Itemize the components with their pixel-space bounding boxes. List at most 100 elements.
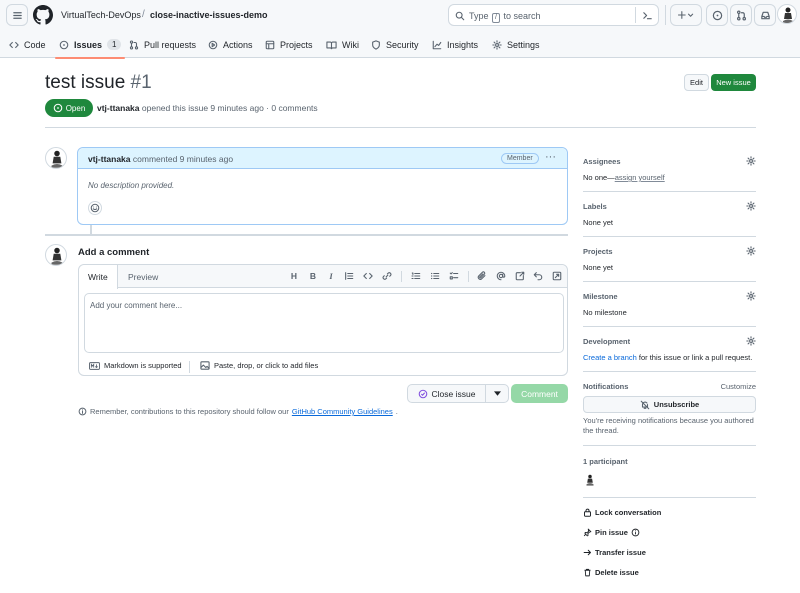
link-icon[interactable] bbox=[381, 270, 393, 282]
command-palette-icon[interactable] bbox=[642, 10, 653, 21]
sidebar-divider bbox=[583, 371, 756, 372]
sidebar-labels: Labels None yet bbox=[583, 201, 756, 227]
participant-avatar[interactable] bbox=[583, 473, 597, 487]
issue-opened-icon bbox=[53, 103, 62, 113]
sidebar-divider bbox=[583, 281, 756, 282]
github-logo-icon[interactable] bbox=[33, 5, 53, 25]
lock-conversation-button[interactable]: Lock conversation bbox=[583, 508, 661, 517]
gear-icon[interactable] bbox=[746, 246, 756, 256]
editor-toolbar: Write Preview H B I bbox=[79, 265, 567, 289]
undo-icon[interactable] bbox=[532, 270, 544, 282]
tab-security[interactable]: Security bbox=[371, 31, 419, 58]
comment-textarea[interactable]: Add your comment here... bbox=[84, 293, 564, 353]
unsubscribe-button[interactable]: Unsubscribe bbox=[583, 396, 756, 413]
tab-actions[interactable]: Actions bbox=[208, 31, 253, 58]
attach-icon[interactable] bbox=[476, 270, 488, 282]
markdown-supported-link[interactable]: Markdown is supported bbox=[89, 361, 182, 370]
issues-shortcut-button[interactable] bbox=[706, 4, 728, 26]
current-user-avatar bbox=[45, 244, 67, 266]
repo-name-link[interactable]: close-inactive-issues-demo bbox=[150, 10, 268, 20]
assignees-value: No one— bbox=[583, 173, 615, 182]
git-pull-request-icon bbox=[736, 10, 746, 20]
comment-options-button[interactable]: ··· bbox=[545, 151, 556, 163]
tab-issues[interactable]: Issues 1 bbox=[54, 31, 127, 59]
arrow-right-icon bbox=[583, 549, 591, 556]
pin-issue-button[interactable]: Pin issue bbox=[583, 528, 640, 537]
tab-settings[interactable]: Settings bbox=[492, 31, 540, 58]
issue-state-badge: Open bbox=[45, 99, 93, 117]
participants-heading: 1 participant bbox=[583, 457, 628, 466]
gear-icon[interactable] bbox=[746, 336, 756, 346]
attach-files-button[interactable]: Paste, drop, or click to add files bbox=[200, 361, 318, 370]
add-reaction-button[interactable] bbox=[88, 201, 102, 215]
lock-icon bbox=[584, 508, 591, 517]
tab-label: Settings bbox=[507, 39, 540, 50]
avatar-figure-icon bbox=[783, 7, 793, 23]
sidebar-notifications: Notifications Customize bbox=[583, 382, 756, 391]
tab-preview[interactable]: Preview bbox=[128, 265, 158, 288]
issue-closed-icon bbox=[418, 389, 427, 398]
path-separator: / bbox=[142, 9, 145, 20]
task-list-icon[interactable] bbox=[448, 270, 460, 282]
graph-icon bbox=[432, 40, 442, 49]
inbox-button[interactable] bbox=[754, 4, 776, 26]
bold-icon[interactable]: B bbox=[307, 270, 319, 282]
issue-meta: vtj-ttanaka opened this issue 9 minutes … bbox=[97, 103, 318, 113]
unordered-list-icon[interactable] bbox=[429, 270, 441, 282]
issue-number: #1 bbox=[130, 72, 152, 93]
user-avatar[interactable] bbox=[777, 4, 797, 24]
repo-owner-link[interactable]: VirtualTech-DevOps bbox=[61, 10, 141, 20]
milestone-value: No milestone bbox=[583, 308, 627, 317]
labels-value: None yet bbox=[583, 218, 614, 227]
community-guidelines-link[interactable]: GitHub Community Guidelines bbox=[292, 407, 393, 416]
markdown-icon bbox=[89, 361, 100, 370]
mention-icon[interactable] bbox=[495, 270, 507, 282]
close-issue-button[interactable]: Close issue bbox=[407, 384, 509, 403]
italic-icon[interactable]: I bbox=[325, 270, 337, 282]
create-branch-link[interactable]: Create a branch bbox=[583, 353, 637, 362]
close-issue-main[interactable]: Close issue bbox=[408, 385, 486, 402]
issue-opened-icon bbox=[712, 10, 722, 20]
development-heading: Development bbox=[583, 337, 631, 346]
assignees-heading: Assignees bbox=[583, 157, 621, 166]
pull-requests-shortcut-button[interactable] bbox=[730, 4, 752, 26]
close-reason-dropdown[interactable] bbox=[486, 391, 508, 396]
cross-reference-icon[interactable] bbox=[514, 270, 526, 282]
transfer-issue-button[interactable]: Transfer issue bbox=[583, 548, 646, 557]
customize-notifications-link[interactable]: Customize bbox=[721, 382, 756, 391]
new-issue-button[interactable]: New issue bbox=[711, 74, 756, 91]
sidebar-divider bbox=[583, 326, 756, 327]
search-input[interactable]: Type / to search bbox=[448, 4, 659, 26]
code-icon[interactable] bbox=[362, 270, 374, 282]
tab-wiki[interactable]: Wiki bbox=[326, 31, 359, 58]
gear-icon[interactable] bbox=[746, 291, 756, 301]
tab-label: Security bbox=[386, 39, 419, 50]
app-header: VirtualTech-DevOps / close-inactive-issu… bbox=[0, 0, 800, 59]
gear-icon[interactable] bbox=[746, 156, 756, 166]
quote-icon[interactable] bbox=[343, 270, 355, 282]
projects-heading: Projects bbox=[583, 247, 613, 256]
fullscreen-icon[interactable] bbox=[551, 270, 563, 282]
tab-pull-requests[interactable]: Pull requests bbox=[129, 31, 196, 58]
create-new-button[interactable] bbox=[670, 4, 702, 26]
tab-write[interactable]: Write bbox=[79, 265, 118, 289]
assign-yourself-link[interactable]: assign yourself bbox=[615, 173, 665, 182]
sidebar-milestone: Milestone No milestone bbox=[583, 291, 756, 317]
menu-button[interactable] bbox=[6, 4, 28, 26]
gear-icon[interactable] bbox=[746, 201, 756, 211]
tab-code[interactable]: Code bbox=[9, 31, 46, 58]
delete-issue-button[interactable]: Delete issue bbox=[583, 568, 639, 577]
tab-insights[interactable]: Insights bbox=[432, 31, 478, 58]
comment-author-avatar[interactable] bbox=[45, 147, 67, 169]
heading-icon[interactable]: H bbox=[288, 270, 300, 282]
tab-projects[interactable]: Projects bbox=[265, 31, 313, 58]
edit-title-button[interactable]: Edit bbox=[684, 74, 709, 91]
sidebar-divider bbox=[583, 191, 756, 192]
comment-submit-button[interactable]: Comment bbox=[511, 384, 568, 403]
ordered-list-icon[interactable] bbox=[410, 270, 422, 282]
avatar-figure-icon bbox=[51, 247, 63, 265]
avatar-figure-icon bbox=[51, 150, 63, 168]
add-comment-heading: Add a comment bbox=[78, 247, 150, 258]
comment-author-link: vtj-ttanaka bbox=[88, 154, 131, 164]
author-link: vtj-ttanaka bbox=[97, 103, 140, 113]
